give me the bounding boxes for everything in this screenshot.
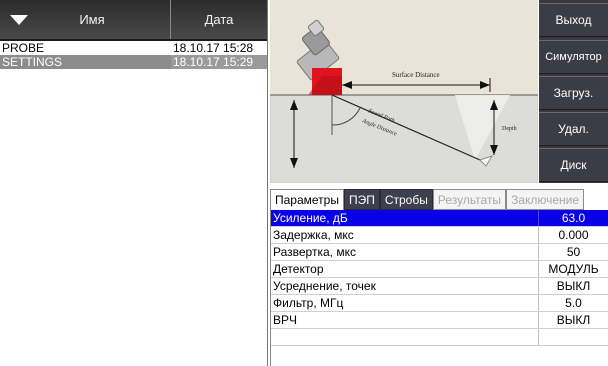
file-date: 18.10.17 15:28 xyxy=(173,41,254,55)
param-row-gain[interactable]: Усиление, дБ 63.0 xyxy=(271,210,608,227)
file-row-probe[interactable]: PROBE 18.10.17 15:28 xyxy=(0,41,267,55)
param-label: Детектор xyxy=(271,261,539,277)
name-column-header[interactable]: Имя xyxy=(0,0,171,39)
param-label: Развертка, мкс xyxy=(271,244,539,260)
param-value: 0.000 xyxy=(558,228,589,242)
exit-button[interactable]: Выход xyxy=(539,3,608,37)
delete-button[interactable]: Удал. xyxy=(539,112,608,146)
param-row-tcg[interactable]: ВРЧ ВЫКЛ xyxy=(271,312,608,329)
tab-parameters[interactable]: Параметры xyxy=(270,189,344,210)
name-column-label: Имя xyxy=(79,12,105,27)
date-column-header[interactable]: Дата xyxy=(171,0,267,39)
tab-probe[interactable]: ПЭП xyxy=(343,189,380,210)
tab-gates[interactable]: Стробы xyxy=(379,189,433,210)
file-list-header: Имя Дата xyxy=(0,0,267,41)
param-value: 50 xyxy=(566,245,581,259)
probe-geometry-diagram: Surface Distance Sound Path Angle Distan… xyxy=(269,0,539,184)
sort-down-icon[interactable] xyxy=(10,14,28,25)
param-value: ВЫКЛ xyxy=(556,279,591,293)
file-row-settings[interactable]: SETTINGS 18.10.17 15:29 xyxy=(0,55,267,69)
diagram-svg: Surface Distance Sound Path Angle Distan… xyxy=(269,19,539,184)
param-value: ВЫКЛ xyxy=(556,313,591,327)
surface-distance-label: Surface Distance xyxy=(392,71,440,79)
parameter-table: Усиление, дБ 63.0 Задержка, мкс 0.000 Ра… xyxy=(270,210,608,366)
load-button[interactable]: Загруз. xyxy=(539,76,608,110)
settings-tabs: Параметры ПЭП Стробы Результаты Заключен… xyxy=(270,189,608,210)
param-label: ВРЧ xyxy=(271,312,539,328)
param-label: Фильтр, МГц xyxy=(271,295,539,311)
param-label: Задержка, мкс xyxy=(271,227,539,243)
param-label: Усиление, дБ xyxy=(271,210,539,226)
file-panel: Имя Дата PROBE 18.10.17 15:28 SETTINGS 1… xyxy=(0,0,268,366)
param-value: МОДУЛЬ xyxy=(548,262,599,276)
arrow-right-icon xyxy=(480,81,490,89)
date-column-label: Дата xyxy=(204,12,234,27)
action-button-column: Выход Симулятор Загруз. Удал. Диск xyxy=(539,0,608,183)
param-label: Усреднение, точек xyxy=(271,278,539,294)
file-name: SETTINGS xyxy=(0,55,171,69)
param-label-empty xyxy=(271,329,539,345)
arrow-left-icon xyxy=(342,81,352,89)
param-row-empty xyxy=(271,329,608,346)
simulator-button[interactable]: Симулятор xyxy=(539,40,608,74)
param-value: 5.0 xyxy=(565,296,582,310)
depth-label: Depth xyxy=(502,126,517,132)
param-value-empty xyxy=(539,329,608,345)
param-value: 63.0 xyxy=(561,211,586,225)
tab-results: Результаты xyxy=(432,189,507,210)
tab-conclusion: Заключение xyxy=(506,189,585,210)
file-date: 18.10.17 15:29 xyxy=(173,55,254,69)
param-row-detector[interactable]: Детектор МОДУЛЬ xyxy=(271,261,608,278)
file-name: PROBE xyxy=(2,41,45,55)
param-row-delay[interactable]: Задержка, мкс 0.000 xyxy=(271,227,608,244)
disk-button[interactable]: Диск xyxy=(539,148,608,182)
param-row-sweep[interactable]: Развертка, мкс 50 xyxy=(271,244,608,261)
param-row-filter[interactable]: Фильтр, МГц 5.0 xyxy=(271,295,608,312)
param-row-averaging[interactable]: Усреднение, точек ВЫКЛ xyxy=(271,278,608,295)
